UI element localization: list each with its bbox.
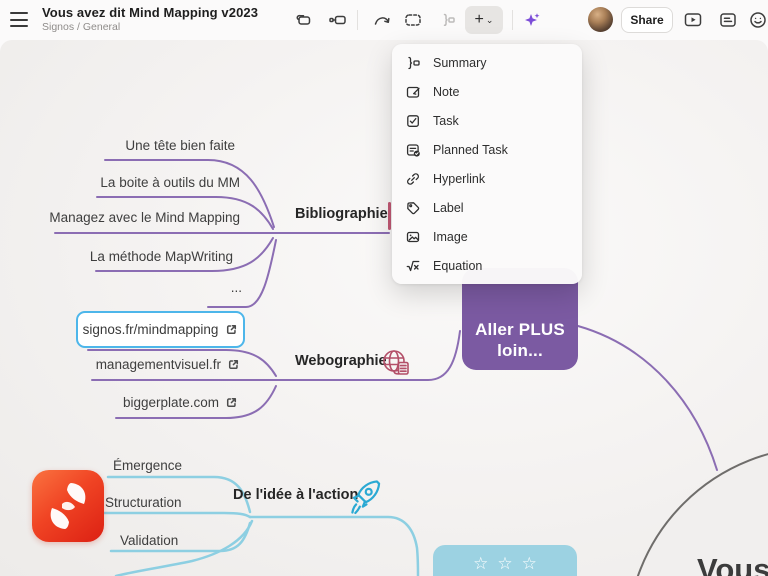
share-button[interactable]: Share xyxy=(621,7,673,33)
menu-item-note[interactable]: Note xyxy=(392,77,582,106)
menu-item-hyperlink[interactable]: Hyperlink xyxy=(392,164,582,193)
hyperlink-icon xyxy=(405,171,421,187)
topic-bibliographie[interactable]: Bibliographie xyxy=(295,206,388,222)
external-link-icon[interactable] xyxy=(225,323,238,336)
menu-item-equation[interactable]: Equation xyxy=(392,251,582,280)
summary-icon xyxy=(438,10,458,30)
ai-assistant-button[interactable] xyxy=(518,7,546,33)
menu-item-label: Hyperlink xyxy=(433,172,485,186)
topbar: Vous avez dit Mind Mapping v2023 Signos … xyxy=(0,0,768,40)
external-link-icon[interactable] xyxy=(225,396,238,409)
insert-dropdown-menu: Summary Note Task Planned Task Hyperlink xyxy=(392,44,582,284)
feedback-button[interactable] xyxy=(744,7,768,33)
topic-une-tete[interactable]: Une tête bien faite xyxy=(125,138,235,153)
equation-icon xyxy=(405,258,421,274)
document-title-group: Vous avez dit Mind Mapping v2023 Signos … xyxy=(42,5,258,33)
summary-icon xyxy=(405,55,421,71)
menu-item-label: Note xyxy=(433,85,459,99)
relationship-icon xyxy=(372,10,392,30)
task-icon xyxy=(405,113,421,129)
topic-dots[interactable]: ... xyxy=(231,280,242,295)
summary-toolbar-button[interactable] xyxy=(434,7,462,33)
menu-item-label[interactable]: Label xyxy=(392,193,582,222)
topic-icon xyxy=(293,10,313,30)
ai-sparkle-icon xyxy=(522,10,542,30)
insert-subtopic-button[interactable] xyxy=(324,7,352,33)
mindmap-canvas[interactable]: Vous Une tête bien faite La boite à outi… xyxy=(0,40,768,576)
boundary-icon xyxy=(403,10,423,30)
menu-item-summary[interactable]: Summary xyxy=(392,48,582,77)
relationship-button[interactable] xyxy=(368,7,396,33)
hidden-topic-edge xyxy=(388,202,391,230)
stars-topic-node[interactable]: ☆☆☆ xyxy=(433,545,577,576)
topic-webographie[interactable]: Webographie xyxy=(295,353,387,369)
toolbar-divider xyxy=(357,10,358,30)
plus-glyph: + xyxy=(475,12,484,28)
menu-item-image[interactable]: Image xyxy=(392,222,582,251)
user-avatar[interactable] xyxy=(588,7,613,32)
aller-line2: loin... xyxy=(497,340,543,361)
slideshow-icon xyxy=(683,10,703,30)
xmind-logo xyxy=(32,470,104,542)
topic-idee-action[interactable]: De l'idée à l'action xyxy=(233,487,358,503)
slideshow-button[interactable] xyxy=(679,7,707,33)
topic-managementvisuel-label: managementvisuel.fr xyxy=(96,357,221,372)
menu-item-label: Image xyxy=(433,230,468,244)
boundary-button[interactable] xyxy=(399,7,427,33)
image-icon xyxy=(405,229,421,245)
central-topic-label: Vous xyxy=(697,552,768,576)
format-panel-button[interactable] xyxy=(714,7,742,33)
label-tag-icon xyxy=(405,200,421,216)
menu-item-label: Summary xyxy=(433,56,486,70)
insert-topic-button[interactable] xyxy=(289,7,317,33)
web-server-globe-icon xyxy=(379,346,413,385)
planned-task-icon xyxy=(405,142,421,158)
aller-line1: Aller PLUS xyxy=(475,319,565,340)
topic-boite-outils[interactable]: La boite à outils du MM xyxy=(100,175,240,190)
toolbar-divider xyxy=(512,10,513,30)
topic-emergence[interactable]: Émergence xyxy=(113,458,182,473)
format-panel-icon xyxy=(718,10,738,30)
insert-plus-button[interactable]: + ⌄ xyxy=(465,6,503,34)
smiley-icon xyxy=(748,10,768,30)
menu-item-task[interactable]: Task xyxy=(392,106,582,135)
topic-biggerplate-label: biggerplate.com xyxy=(123,395,219,410)
menu-item-label: Task xyxy=(433,114,459,128)
subtopic-icon xyxy=(328,10,348,30)
page-title: Vous avez dit Mind Mapping v2023 xyxy=(42,5,258,20)
hamburger-menu-icon[interactable] xyxy=(10,12,28,27)
topic-biggerplate[interactable]: biggerplate.com xyxy=(123,395,238,410)
breadcrumb: Signos / General xyxy=(42,21,258,33)
topic-signos-link-selected[interactable]: signos.fr/mindmapping xyxy=(76,311,245,348)
menu-item-label: Equation xyxy=(433,259,482,273)
topic-structuration[interactable]: Structuration xyxy=(105,495,182,510)
menu-item-planned-task[interactable]: Planned Task xyxy=(392,135,582,164)
menu-item-label: Planned Task xyxy=(433,143,508,157)
topic-managez[interactable]: Managez avec le Mind Mapping xyxy=(49,210,240,225)
external-link-icon[interactable] xyxy=(227,358,240,371)
topic-managementvisuel[interactable]: managementvisuel.fr xyxy=(96,357,240,372)
rocket-icon xyxy=(345,476,385,523)
chevron-down-icon: ⌄ xyxy=(486,15,494,26)
topic-signos-label: signos.fr/mindmapping xyxy=(83,322,219,337)
topic-validation[interactable]: Validation xyxy=(120,533,178,548)
note-icon xyxy=(405,84,421,100)
menu-item-label: Label xyxy=(433,201,464,215)
topic-mapwriting[interactable]: La méthode MapWriting xyxy=(90,249,233,264)
